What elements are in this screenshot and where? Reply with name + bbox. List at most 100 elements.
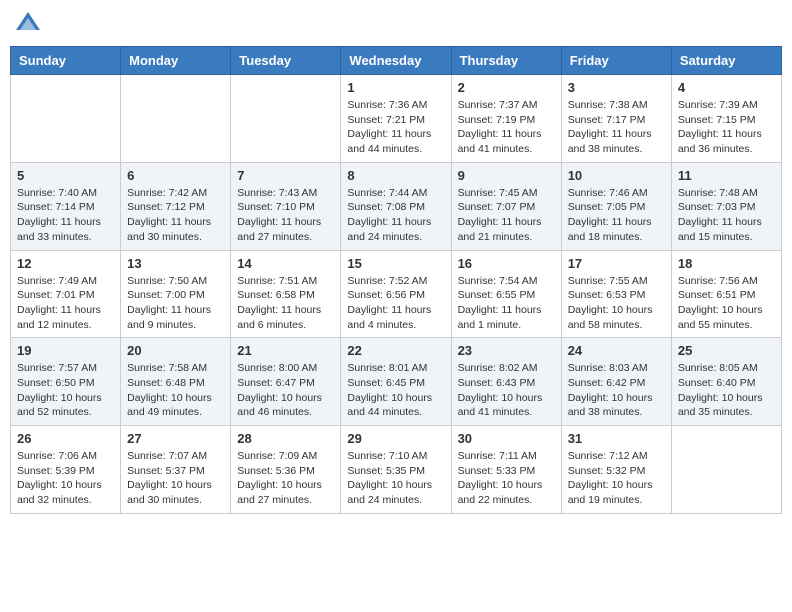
day-number: 18	[678, 256, 775, 271]
calendar-cell: 22Sunrise: 8:01 AMSunset: 6:45 PMDayligh…	[341, 338, 451, 426]
calendar-cell: 12 Sunrise: 7:49 AMSunset: 7:01 PMDayligh…	[11, 250, 121, 338]
day-number: 25	[678, 343, 775, 358]
day-info: Sunrise: 7:56 AMSunset: 6:51 PMDaylight:…	[678, 274, 775, 333]
day-number: 20	[127, 343, 224, 358]
calendar-cell: 31 Sunrise: 7:12 AMSunset: 5:32 PMDayligh…	[561, 426, 671, 514]
day-number: 31	[568, 431, 665, 446]
day-info: Sunrise: 7:06 AMSunset: 5:39 PMDaylight:…	[17, 449, 114, 508]
calendar-cell: 24Sunrise: 8:03 AMSunset: 6:42 PMDayligh…	[561, 338, 671, 426]
day-header-saturday: Saturday	[671, 47, 781, 75]
calendar-cell: 23 Sunrise: 8:02 AMSunset: 6:43 PMDayligh…	[451, 338, 561, 426]
day-number: 13	[127, 256, 224, 271]
calendar-cell: 9Sunrise: 7:45 AMSunset: 7:07 PMDaylight…	[451, 162, 561, 250]
day-info: Sunrise: 7:39 AMSunset: 7:15 PMDaylight:…	[678, 98, 775, 157]
day-info: Sunrise: 7:37 AMSunset: 7:19 PMDaylight:…	[458, 98, 555, 157]
day-info: Sunrise: 7:40 AMSunset: 7:14 PMDaylight:…	[17, 186, 114, 245]
day-info: Sunrise: 7:12 AMSunset: 5:32 PMDaylight:…	[568, 449, 665, 508]
day-info: Sunrise: 8:00 AMSunset: 6:47 PMDaylight:…	[237, 361, 334, 420]
calendar-cell: 7 Sunrise: 7:43 AMSunset: 7:10 PMDaylight…	[231, 162, 341, 250]
day-number: 30	[458, 431, 555, 446]
calendar-table: SundayMondayTuesdayWednesdayThursdayFrid…	[10, 46, 782, 514]
calendar-cell: 16Sunrise: 7:54 AMSunset: 6:55 PMDayligh…	[451, 250, 561, 338]
day-header-sunday: Sunday	[11, 47, 121, 75]
day-number: 2	[458, 80, 555, 95]
day-number: 21	[237, 343, 334, 358]
calendar-cell: 21 Sunrise: 8:00 AMSunset: 6:47 PMDayligh…	[231, 338, 341, 426]
day-number: 10	[568, 168, 665, 183]
day-number: 22	[347, 343, 444, 358]
day-info: Sunrise: 7:07 AMSunset: 5:37 PMDaylight:…	[127, 449, 224, 508]
day-info: Sunrise: 7:38 AMSunset: 7:17 PMDaylight:…	[568, 98, 665, 157]
calendar-cell: 28 Sunrise: 7:09 AMSunset: 5:36 PMDayligh…	[231, 426, 341, 514]
day-info: Sunrise: 7:51 AMSunset: 6:58 PMDaylight:…	[237, 274, 334, 333]
week-row-1: 1 Sunrise: 7:36 AMSunset: 7:21 PMDaylight…	[11, 75, 782, 163]
day-number: 5	[17, 168, 114, 183]
calendar-cell: 13 Sunrise: 7:50 AMSunset: 7:00 PMDayligh…	[121, 250, 231, 338]
calendar-cell: 2 Sunrise: 7:37 AMSunset: 7:19 PMDaylight…	[451, 75, 561, 163]
calendar-cell: 26 Sunrise: 7:06 AMSunset: 5:39 PMDayligh…	[11, 426, 121, 514]
calendar-cell: 20 Sunrise: 7:58 AMSunset: 6:48 PMDayligh…	[121, 338, 231, 426]
logo	[14, 10, 46, 38]
day-number: 26	[17, 431, 114, 446]
day-info: Sunrise: 7:58 AMSunset: 6:48 PMDaylight:…	[127, 361, 224, 420]
calendar-cell: 18 Sunrise: 7:56 AMSunset: 6:51 PMDayligh…	[671, 250, 781, 338]
day-info: Sunrise: 8:05 AMSunset: 6:40 PMDaylight:…	[678, 361, 775, 420]
day-header-tuesday: Tuesday	[231, 47, 341, 75]
day-info: Sunrise: 7:48 AMSunset: 7:03 PMDaylight:…	[678, 186, 775, 245]
day-number: 8	[347, 168, 444, 183]
day-info: Sunrise: 7:42 AMSunset: 7:12 PMDaylight:…	[127, 186, 224, 245]
day-number: 28	[237, 431, 334, 446]
day-info: Sunrise: 7:44 AMSunset: 7:08 PMDaylight:…	[347, 186, 444, 245]
calendar-cell: 11 Sunrise: 7:48 AMSunset: 7:03 PMDayligh…	[671, 162, 781, 250]
day-info: Sunrise: 7:43 AMSunset: 7:10 PMDaylight:…	[237, 186, 334, 245]
day-info: Sunrise: 8:02 AMSunset: 6:43 PMDaylight:…	[458, 361, 555, 420]
day-number: 17	[568, 256, 665, 271]
day-number: 9	[458, 168, 555, 183]
week-row-5: 26 Sunrise: 7:06 AMSunset: 5:39 PMDayligh…	[11, 426, 782, 514]
day-info: Sunrise: 7:50 AMSunset: 7:00 PMDaylight:…	[127, 274, 224, 333]
calendar-cell: 4 Sunrise: 7:39 AMSunset: 7:15 PMDaylight…	[671, 75, 781, 163]
day-number: 24	[568, 343, 665, 358]
day-number: 15	[347, 256, 444, 271]
day-number: 7	[237, 168, 334, 183]
day-info: Sunrise: 7:49 AMSunset: 7:01 PMDaylight:…	[17, 274, 114, 333]
day-number: 6	[127, 168, 224, 183]
calendar-cell: 19 Sunrise: 7:57 AMSunset: 6:50 PMDayligh…	[11, 338, 121, 426]
day-number: 27	[127, 431, 224, 446]
day-number: 1	[347, 80, 444, 95]
days-header-row: SundayMondayTuesdayWednesdayThursdayFrid…	[11, 47, 782, 75]
day-number: 11	[678, 168, 775, 183]
day-info: Sunrise: 7:46 AMSunset: 7:05 PMDaylight:…	[568, 186, 665, 245]
day-info: Sunrise: 7:36 AMSunset: 7:21 PMDaylight:…	[347, 98, 444, 157]
day-number: 19	[17, 343, 114, 358]
page-header	[10, 10, 782, 38]
day-info: Sunrise: 7:57 AMSunset: 6:50 PMDaylight:…	[17, 361, 114, 420]
calendar-cell: 1 Sunrise: 7:36 AMSunset: 7:21 PMDaylight…	[341, 75, 451, 163]
calendar-cell: 8 Sunrise: 7:44 AMSunset: 7:08 PMDaylight…	[341, 162, 451, 250]
day-info: Sunrise: 7:52 AMSunset: 6:56 PMDaylight:…	[347, 274, 444, 333]
calendar-cell: 3 Sunrise: 7:38 AMSunset: 7:17 PMDaylight…	[561, 75, 671, 163]
calendar-cell: 30 Sunrise: 7:11 AMSunset: 5:33 PMDayligh…	[451, 426, 561, 514]
calendar-cell: 17 Sunrise: 7:55 AMSunset: 6:53 PMDayligh…	[561, 250, 671, 338]
calendar-cell	[231, 75, 341, 163]
calendar-cell: 29 Sunrise: 7:10 AMSunset: 5:35 PMDayligh…	[341, 426, 451, 514]
day-number: 12	[17, 256, 114, 271]
day-number: 29	[347, 431, 444, 446]
day-number: 14	[237, 256, 334, 271]
calendar-cell: 25 Sunrise: 8:05 AMSunset: 6:40 PMDayligh…	[671, 338, 781, 426]
calendar-cell: 10 Sunrise: 7:46 AMSunset: 7:05 PMDayligh…	[561, 162, 671, 250]
day-info: Sunrise: 7:09 AMSunset: 5:36 PMDaylight:…	[237, 449, 334, 508]
day-info: Sunrise: 7:55 AMSunset: 6:53 PMDaylight:…	[568, 274, 665, 333]
day-number: 16	[458, 256, 555, 271]
day-info: Sunrise: 7:11 AMSunset: 5:33 PMDaylight:…	[458, 449, 555, 508]
day-number: 3	[568, 80, 665, 95]
week-row-2: 5 Sunrise: 7:40 AMSunset: 7:14 PMDaylight…	[11, 162, 782, 250]
logo-icon	[14, 10, 42, 38]
day-info: Sunrise: 7:10 AMSunset: 5:35 PMDaylight:…	[347, 449, 444, 508]
day-number: 23	[458, 343, 555, 358]
day-number: 4	[678, 80, 775, 95]
week-row-3: 12 Sunrise: 7:49 AMSunset: 7:01 PMDayligh…	[11, 250, 782, 338]
day-header-thursday: Thursday	[451, 47, 561, 75]
calendar-cell: 5 Sunrise: 7:40 AMSunset: 7:14 PMDaylight…	[11, 162, 121, 250]
week-row-4: 19 Sunrise: 7:57 AMSunset: 6:50 PMDayligh…	[11, 338, 782, 426]
